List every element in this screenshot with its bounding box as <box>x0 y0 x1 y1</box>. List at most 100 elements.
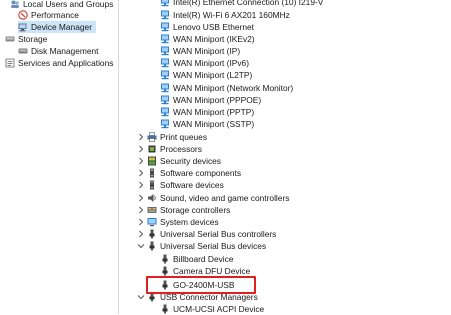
component-icon <box>147 168 157 178</box>
device-item-billboard[interactable]: Billboard Device <box>160 253 234 265</box>
network-adapter-icon <box>160 10 170 20</box>
tree-item-label: Storage <box>18 34 48 44</box>
device-label: WAN Miniport (PPPOE) <box>173 95 262 105</box>
device-item[interactable]: WAN Miniport (L2TP) <box>160 69 252 81</box>
tree-item-disk-management[interactable]: Disk Management <box>18 45 99 57</box>
device-item-go-2400m-usb[interactable]: GO-2400M-USB <box>160 279 234 291</box>
device-label: Intel(R) Ethernet Connection (10) I219-V <box>173 0 324 7</box>
pane-divider[interactable] <box>118 0 119 314</box>
usb-icon <box>160 304 170 314</box>
tree-item-storage[interactable]: Storage <box>5 33 47 45</box>
chevron-right-icon[interactable] <box>136 156 145 166</box>
device-item[interactable]: WAN Miniport (IP) <box>160 45 240 57</box>
network-adapter-icon <box>160 95 170 105</box>
device-label: Intel(R) Wi-Fi 6 AX201 160MHz <box>173 10 290 20</box>
network-adapter-icon <box>160 58 170 68</box>
category-label: Software devices <box>160 180 224 190</box>
component-icon <box>147 180 157 190</box>
device-label: WAN Miniport (IKEv2) <box>173 34 255 44</box>
category-label: Software components <box>160 168 242 178</box>
tree-item-services-applications[interactable]: Services and Applications <box>5 57 113 69</box>
device-item[interactable]: Intel(R) Wi-Fi 6 AX201 160MHz <box>160 9 290 21</box>
network-adapter-icon <box>160 107 170 117</box>
tree-item-performance[interactable]: Performance <box>18 9 79 21</box>
tree-item-label: Disk Management <box>31 46 99 56</box>
device-item[interactable]: Intel(R) Ethernet Connection (10) I219-V <box>160 0 323 8</box>
device-item-camera-dfu[interactable]: Camera DFU Device <box>160 265 250 277</box>
chevron-right-icon[interactable] <box>136 205 145 215</box>
category-storage-controllers[interactable]: Storage controllers <box>136 204 230 216</box>
device-item[interactable]: WAN Miniport (PPPOE) <box>160 94 261 106</box>
category-sound-video-game[interactable]: Sound, video and game controllers <box>136 192 289 204</box>
device-label: WAN Miniport (L2TP) <box>173 70 253 80</box>
category-label: Universal Serial Bus devices <box>160 241 267 251</box>
tree-item-device-manager[interactable]: Device Manager <box>18 21 96 33</box>
device-label: WAN Miniport (PPTP) <box>173 107 255 117</box>
chevron-down-icon[interactable] <box>136 292 145 302</box>
device-label: WAN Miniport (Network Monitor) <box>173 83 294 93</box>
category-label: Processors <box>160 144 202 154</box>
network-adapter-icon <box>160 46 170 56</box>
usb-icon <box>160 266 170 276</box>
category-processors[interactable]: Processors <box>136 143 202 155</box>
category-usb-connector-managers[interactable]: USB Connector Managers <box>136 291 258 303</box>
device-item[interactable]: WAN Miniport (SSTP) <box>160 118 254 130</box>
chevron-right-icon[interactable] <box>136 217 145 227</box>
system-icon <box>147 217 157 227</box>
network-adapter-icon <box>160 119 170 129</box>
storage-icon <box>5 34 15 44</box>
category-print-queues[interactable]: Print queues <box>136 131 207 143</box>
tree-item-label: Device Manager <box>31 22 92 32</box>
category-usb-controllers[interactable]: Universal Serial Bus controllers <box>136 228 276 240</box>
device-manager-icon <box>18 22 28 32</box>
category-security-devices[interactable]: Security devices <box>136 155 221 167</box>
storage-controller-icon <box>147 205 157 215</box>
chevron-right-icon[interactable] <box>136 144 145 154</box>
disk-icon <box>18 46 28 56</box>
device-label: WAN Miniport (SSTP) <box>173 119 255 129</box>
device-item[interactable]: WAN Miniport (IPv6) <box>160 57 249 69</box>
tree-item-label: Services and Applications <box>18 58 114 68</box>
category-label: Sound, video and game controllers <box>160 193 290 203</box>
users-icon <box>10 0 20 9</box>
network-adapter-icon <box>160 83 170 93</box>
category-system-devices[interactable]: System devices <box>136 216 219 228</box>
category-software-components[interactable]: Software components <box>136 167 241 179</box>
category-label: Print queues <box>160 132 208 142</box>
category-software-devices[interactable]: Software devices <box>136 179 224 191</box>
device-item[interactable]: WAN Miniport (Network Monitor) <box>160 82 293 94</box>
device-label: Lenovo USB Ethernet <box>173 22 255 32</box>
chevron-right-icon[interactable] <box>136 229 145 239</box>
speaker-icon <box>147 193 157 203</box>
performance-icon <box>18 10 28 20</box>
device-label: GO-2400M-USB <box>173 280 235 290</box>
chevron-right-icon[interactable] <box>136 193 145 203</box>
device-label: WAN Miniport (IP) <box>173 46 241 56</box>
category-usb-devices[interactable]: Universal Serial Bus devices <box>136 240 266 252</box>
chevron-right-icon[interactable] <box>136 168 145 178</box>
category-label: Security devices <box>160 156 221 166</box>
network-adapter-icon <box>160 22 170 32</box>
printer-icon <box>147 132 157 142</box>
network-adapter-icon <box>160 34 170 44</box>
device-label: Billboard Device <box>173 254 234 264</box>
device-label: WAN Miniport (IPv6) <box>173 58 250 68</box>
tree-item-label: Performance <box>31 10 79 20</box>
device-item[interactable]: WAN Miniport (IKEv2) <box>160 33 255 45</box>
usb-icon <box>160 254 170 264</box>
category-label: System devices <box>160 217 219 227</box>
chevron-down-icon[interactable] <box>136 241 145 251</box>
category-label: Storage controllers <box>160 205 231 215</box>
chevron-right-icon[interactable] <box>136 180 145 190</box>
device-item-ucm-ucsi[interactable]: UCM-UCSI ACPI Device <box>160 303 264 315</box>
security-icon <box>147 156 157 166</box>
usb-icon <box>147 229 157 239</box>
usb-icon <box>160 280 170 290</box>
category-label: Universal Serial Bus controllers <box>160 229 277 239</box>
device-label: UCM-UCSI ACPI Device <box>173 304 265 314</box>
chevron-right-icon[interactable] <box>136 132 145 142</box>
device-label: Camera DFU Device <box>173 266 251 276</box>
network-adapter-icon <box>160 70 170 80</box>
device-item[interactable]: WAN Miniport (PPTP) <box>160 106 254 118</box>
device-item[interactable]: Lenovo USB Ethernet <box>160 21 254 33</box>
